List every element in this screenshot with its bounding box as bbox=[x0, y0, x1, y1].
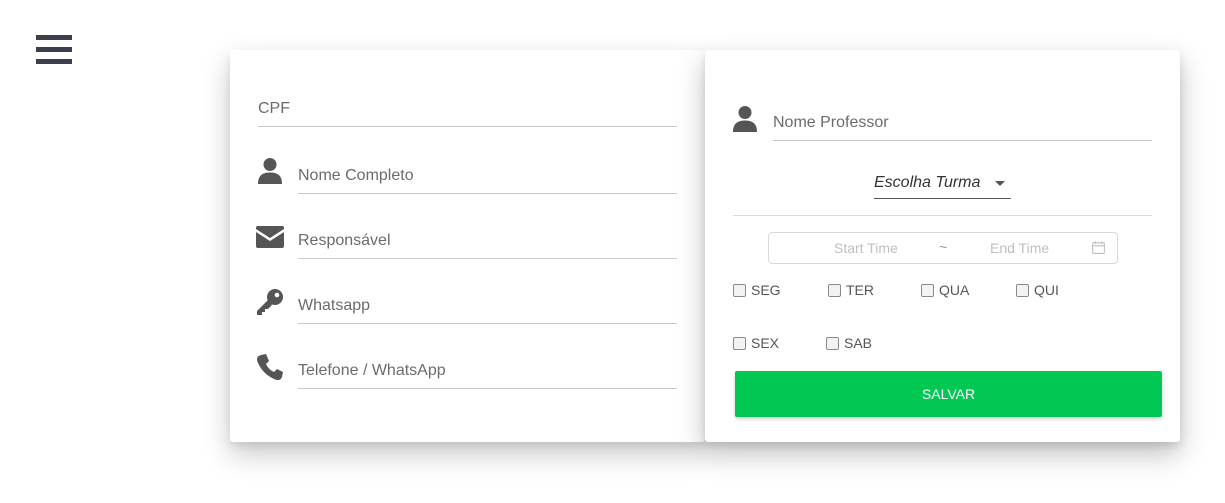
responsible-input[interactable] bbox=[298, 232, 677, 259]
user-icon bbox=[256, 157, 284, 185]
checkbox[interactable] bbox=[921, 283, 934, 297]
key-icon bbox=[256, 288, 284, 316]
hamburger-bar bbox=[36, 35, 72, 40]
phone-input[interactable] bbox=[298, 362, 677, 389]
calendar-icon bbox=[1092, 241, 1105, 257]
day-label: SEX bbox=[751, 335, 780, 351]
user-icon bbox=[731, 105, 759, 133]
hamburger-bar bbox=[36, 59, 72, 64]
full-name-input[interactable] bbox=[298, 167, 677, 194]
student-form-card bbox=[230, 50, 705, 442]
class-form-card: Escolha Turma Start Time ~ End Time SEG … bbox=[705, 50, 1180, 442]
envelope-icon bbox=[256, 223, 284, 251]
checkbox[interactable] bbox=[733, 336, 746, 350]
teacher-name-input[interactable] bbox=[773, 114, 1152, 141]
start-time-placeholder[interactable]: Start Time bbox=[834, 240, 898, 256]
checkbox[interactable] bbox=[1016, 283, 1029, 297]
class-select-value: Escolha Turma bbox=[874, 174, 981, 191]
save-button[interactable]: SALVAR bbox=[735, 371, 1162, 417]
day-checkbox-sex[interactable]: SEX bbox=[733, 335, 779, 351]
day-label: TER bbox=[846, 282, 874, 298]
day-checkbox-qua[interactable]: QUA bbox=[921, 282, 969, 298]
hamburger-bar bbox=[36, 47, 72, 52]
divider bbox=[733, 215, 1152, 216]
day-checkbox-ter[interactable]: TER bbox=[828, 282, 874, 298]
day-label: SAB bbox=[844, 335, 873, 351]
hamburger-menu-icon[interactable] bbox=[36, 35, 72, 67]
day-checkbox-seg[interactable]: SEG bbox=[733, 282, 781, 298]
whatsapp-input[interactable] bbox=[298, 297, 677, 324]
day-label: SEG bbox=[751, 282, 781, 298]
day-label: QUI bbox=[1034, 282, 1059, 298]
phone-icon bbox=[256, 353, 284, 381]
time-range-picker[interactable]: Start Time ~ End Time bbox=[768, 232, 1118, 264]
end-time-placeholder[interactable]: End Time bbox=[990, 240, 1049, 256]
checkbox[interactable] bbox=[733, 283, 746, 297]
day-label: QUA bbox=[939, 282, 970, 298]
class-select[interactable]: Escolha Turma bbox=[874, 172, 1011, 199]
checkbox[interactable] bbox=[828, 283, 841, 297]
cpf-input[interactable] bbox=[258, 100, 677, 127]
time-range-separator: ~ bbox=[939, 239, 948, 255]
checkbox[interactable] bbox=[826, 336, 839, 350]
day-checkbox-qui[interactable]: QUI bbox=[1016, 282, 1059, 298]
day-checkbox-sab[interactable]: SAB bbox=[826, 335, 872, 351]
caret-down-icon bbox=[995, 181, 1005, 186]
